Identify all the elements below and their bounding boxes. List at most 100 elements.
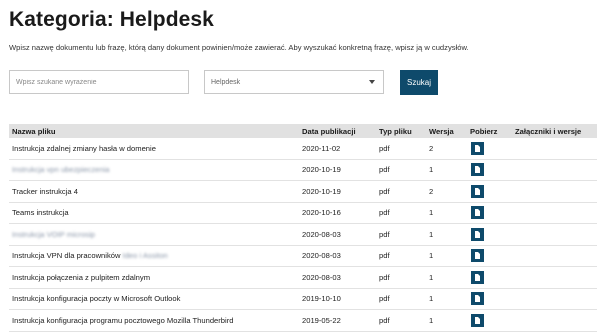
file-name-cell[interactable]: Instrukcja konfiguracja programu pocztow…: [9, 309, 299, 332]
file-name[interactable]: Instrukcja połączenia z pulpitem zdalnym: [12, 273, 150, 282]
attachments-cell: [512, 180, 597, 203]
category-select[interactable]: Helpdesk: [204, 70, 384, 94]
page-description: Wpisz nazwę dokumentu lub frazę, którą d…: [9, 43, 469, 52]
file-type: pdf: [376, 288, 426, 310]
document-download-icon[interactable]: [471, 163, 484, 177]
download-cell: [467, 266, 512, 289]
file-name[interactable]: Instrukcja VOIP microsip: [12, 230, 95, 239]
file-version: 1: [426, 266, 467, 289]
publish-date: 2020-10-19: [299, 159, 376, 181]
file-type: pdf: [376, 202, 426, 224]
document-shape: [475, 252, 480, 260]
table-row: Instrukcja konfiguracja poczty w Microso…: [9, 288, 597, 310]
file-version: 1: [426, 159, 467, 181]
column-header-version[interactable]: Wersja: [426, 124, 467, 138]
file-name[interactable]: Instrukcja konfiguracja programu pocztow…: [12, 316, 233, 325]
file-name-cell[interactable]: Instrukcja zdalnej zmiany hasła w domeni…: [9, 138, 299, 160]
file-name-cell[interactable]: Instrukcja VPN dla pracowników Ideo i As…: [9, 245, 299, 267]
file-name[interactable]: Instrukcja VPN dla pracowników: [12, 251, 120, 260]
table-header-row: Nazwa pliku Data publikacji Typ pliku We…: [9, 124, 597, 138]
file-name[interactable]: Instrukcja vpn ubezpieczenia: [12, 165, 110, 174]
document-download-icon[interactable]: [471, 292, 484, 306]
table-row: Instrukcja vpn ubezpieczenia 2020-10-19 pd…: [9, 159, 597, 181]
document-download-icon[interactable]: [471, 227, 484, 241]
document-shape: [475, 273, 480, 281]
document-download-icon[interactable]: [471, 270, 484, 284]
publish-date: 2020-11-02: [299, 138, 376, 160]
publish-date: 2020-10-19: [299, 180, 376, 203]
chevron-down-icon: [369, 80, 375, 84]
publish-date: 2020-08-03: [299, 266, 376, 289]
search-input[interactable]: [9, 70, 189, 94]
table-row: Instrukcja połączenia z pulpitem zdalnym…: [9, 266, 597, 289]
document-shape: [475, 144, 480, 152]
file-type: pdf: [376, 180, 426, 203]
file-type: pdf: [376, 138, 426, 160]
table-row: Teams instrukcja 2020-10-16 pdf 1: [9, 202, 597, 224]
page-title: Kategoria: Helpdesk: [9, 8, 214, 31]
document-shape: [475, 187, 480, 195]
file-version: 1: [426, 288, 467, 310]
document-download-icon[interactable]: [471, 206, 484, 220]
file-name[interactable]: Tracker instrukcja 4: [12, 187, 78, 196]
document-download-icon[interactable]: [471, 141, 484, 155]
column-header-date[interactable]: Data publikacji: [299, 124, 376, 138]
document-download-icon[interactable]: [471, 313, 484, 327]
file-version: 2: [426, 138, 467, 160]
document-shape: [475, 230, 480, 238]
file-type: pdf: [376, 223, 426, 246]
file-name[interactable]: Teams instrukcja: [12, 208, 69, 217]
file-name-redacted: Ideo i Assiton: [122, 251, 168, 261]
table-row: Instrukcja VPN dla pracowników Ideo i As…: [9, 245, 597, 267]
publish-date: 2019-10-10: [299, 288, 376, 310]
download-cell: [467, 180, 512, 203]
download-cell: [467, 309, 512, 332]
file-name[interactable]: Instrukcja zdalnej zmiany hasła w domeni…: [12, 144, 156, 153]
column-header-type[interactable]: Typ pliku: [376, 124, 426, 138]
file-version: 1: [426, 223, 467, 246]
document-download-icon[interactable]: [471, 184, 484, 198]
attachments-cell: [512, 288, 597, 310]
file-type: pdf: [376, 245, 426, 267]
download-cell: [467, 288, 512, 310]
file-version: 1: [426, 245, 467, 267]
category-select-value: Helpdesk: [211, 79, 241, 86]
column-header-name[interactable]: Nazwa pliku: [9, 124, 299, 138]
attachments-cell: [512, 159, 597, 181]
download-cell: [467, 159, 512, 181]
file-name-cell[interactable]: Instrukcja VOIP microsip: [9, 223, 299, 246]
file-type: pdf: [376, 159, 426, 181]
search-button[interactable]: Szukaj: [400, 70, 438, 95]
file-name-cell[interactable]: Instrukcja vpn ubezpieczenia: [9, 159, 299, 181]
column-header-attachments: Załączniki i wersje: [515, 126, 582, 136]
file-version: 2: [426, 180, 467, 203]
document-shape: [475, 209, 480, 217]
attachments-cell: [512, 309, 597, 332]
file-name-cell[interactable]: Instrukcja konfiguracja poczty w Microso…: [9, 288, 299, 310]
file-name-cell[interactable]: Teams instrukcja: [9, 202, 299, 224]
attachments-cell: [512, 138, 597, 160]
table-row: Tracker instrukcja 4 2020-10-19 pdf 2: [9, 180, 597, 203]
attachments-cell: [512, 245, 597, 267]
download-cell: [467, 245, 512, 267]
file-name[interactable]: Instrukcja konfiguracja poczty w Microso…: [12, 294, 180, 303]
file-version: 1: [426, 202, 467, 224]
file-name-cell[interactable]: Tracker instrukcja 4: [9, 180, 299, 203]
publish-date: 2020-08-03: [299, 245, 376, 267]
file-type: pdf: [376, 309, 426, 332]
file-type: pdf: [376, 266, 426, 289]
download-cell: [467, 138, 512, 160]
document-download-icon[interactable]: [471, 249, 484, 263]
column-header-download: Pobierz: [470, 126, 498, 136]
table-row: Instrukcja konfiguracja programu pocztow…: [9, 309, 597, 332]
document-shape: [475, 295, 480, 303]
publish-date: 2019-05-22: [299, 309, 376, 332]
document-shape: [475, 316, 480, 324]
publish-date: 2020-08-03: [299, 223, 376, 246]
file-version: 1: [426, 309, 467, 332]
download-cell: [467, 223, 512, 246]
file-name-cell[interactable]: Instrukcja połączenia z pulpitem zdalnym: [9, 266, 299, 289]
attachments-cell: [512, 266, 597, 289]
attachments-cell: [512, 202, 597, 224]
table-row: Instrukcja zdalnej zmiany hasła w domeni…: [9, 138, 597, 160]
